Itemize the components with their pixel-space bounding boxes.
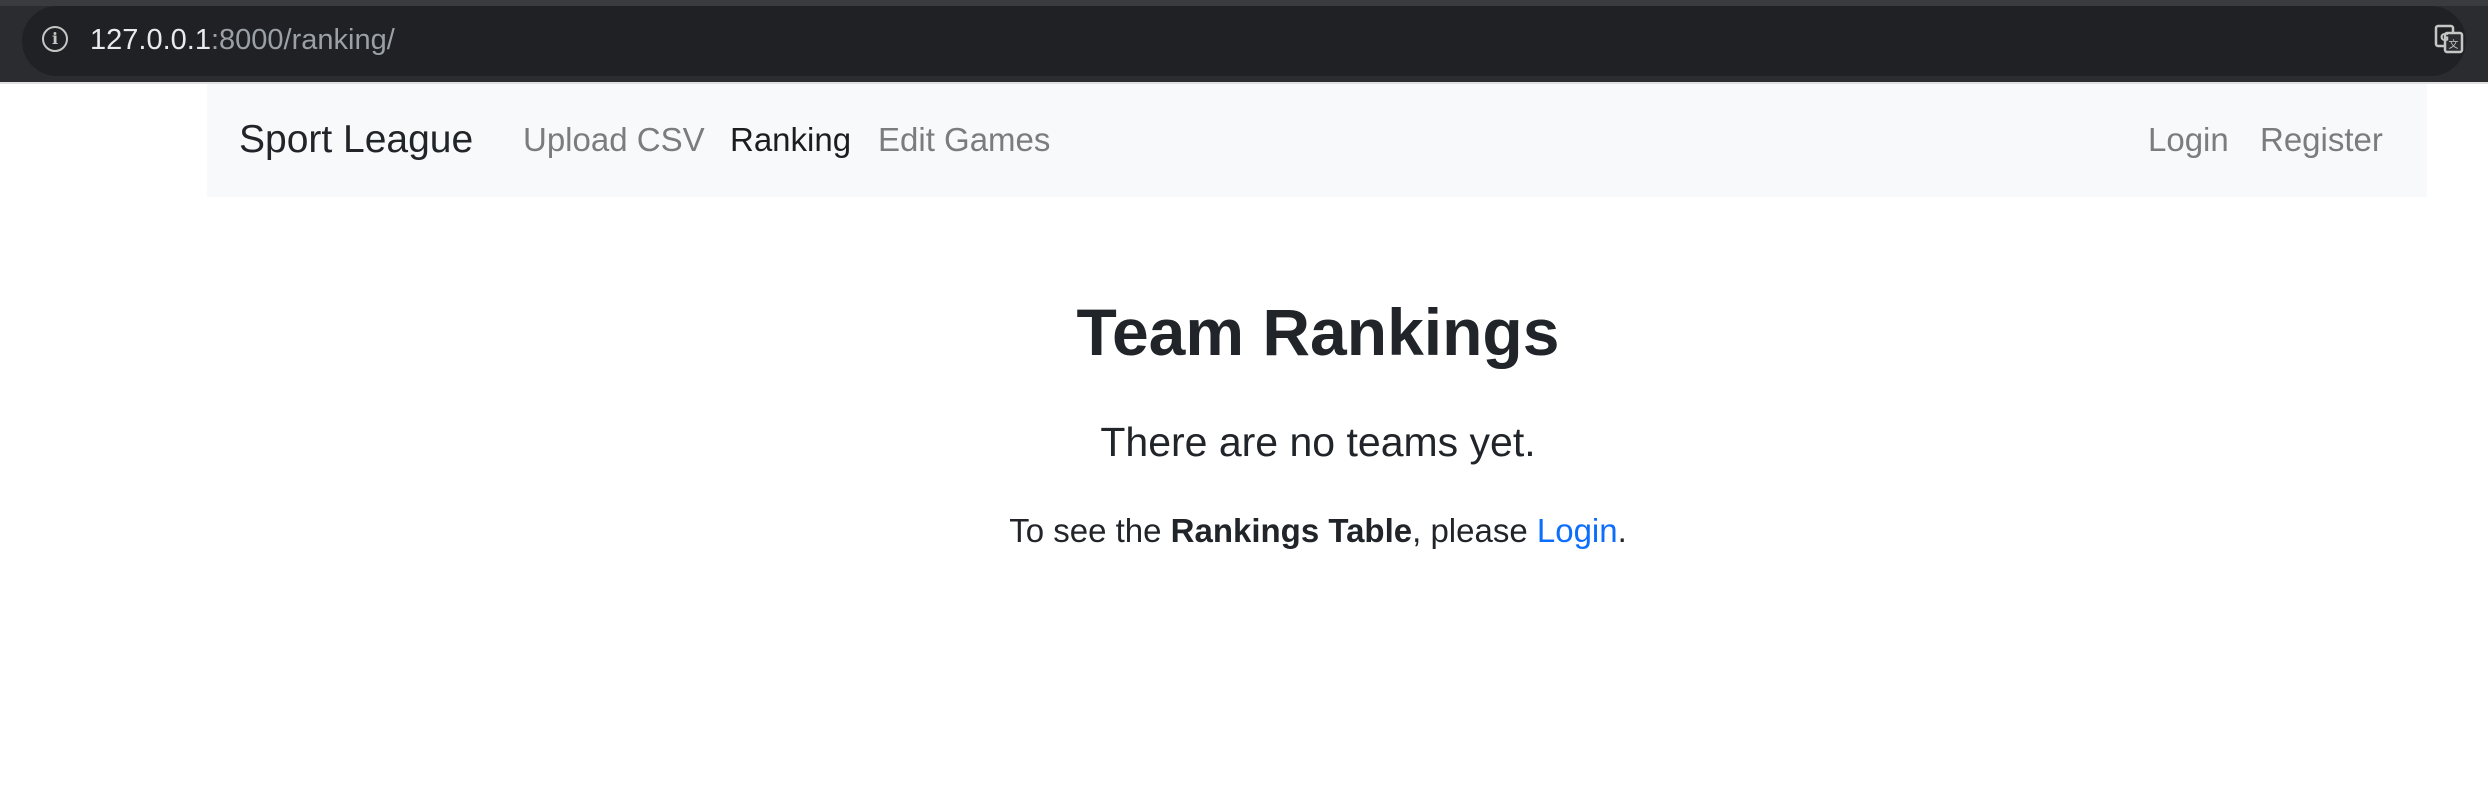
site-info-icon[interactable]: i [42,26,68,52]
nav-link-login[interactable]: Login [2148,120,2229,160]
login-prompt-suffix: . [1617,512,1627,549]
navbar-brand[interactable]: Sport League [239,116,473,164]
login-prompt-middle: , please [1412,512,1537,549]
url-text[interactable]: 127.0.0.1:8000/ranking/ [90,20,395,60]
nav-link-register[interactable]: Register [2260,120,2383,160]
login-link[interactable]: Login [1537,512,1618,549]
url-path: :8000/ranking/ [210,24,395,56]
navbar: Sport League Upload CSV Ranking Edit Gam… [207,84,2427,197]
nav-link-upload-csv[interactable]: Upload CSV [523,120,705,160]
empty-teams-message: There are no teams yet. [1100,419,1536,465]
svg-text:文: 文 [2449,38,2459,51]
page-title: Team Rankings [1076,295,1560,369]
login-prompt-prefix: To see the [1009,512,1171,549]
rankings-table-emphasis: Rankings Table [1170,512,1413,549]
nav-link-ranking[interactable]: Ranking [730,120,851,160]
login-prompt: To see the Rankings Table, please Login. [0,510,2488,552]
translate-icon[interactable]: G 文 [2434,24,2464,54]
browser-toolbar: i 127.0.0.1:8000/ranking/ G 文 [0,0,2488,82]
url-host: 127.0.0.1 [90,24,211,56]
nav-link-edit-games[interactable]: Edit Games [878,120,1050,160]
